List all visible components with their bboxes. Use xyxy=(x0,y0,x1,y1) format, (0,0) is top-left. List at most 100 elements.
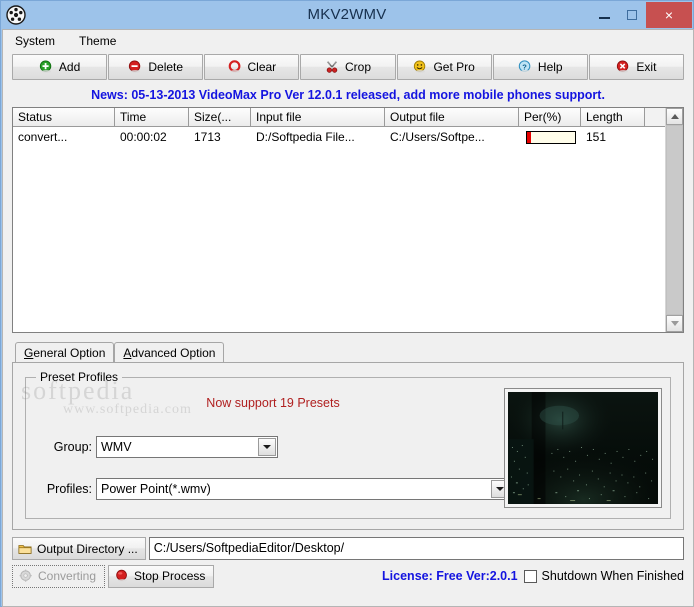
table-row[interactable]: convert... 00:00:02 1713 D:/Softpedia Fi… xyxy=(13,127,665,147)
converting-button-label: Converting xyxy=(38,569,96,583)
tab-general-option-rest: eneral Option xyxy=(33,346,105,360)
column-header-input-file[interactable]: Input file xyxy=(251,108,385,126)
cell-output-file: C:/Users/Softpe... xyxy=(385,130,519,144)
converting-button[interactable]: Converting xyxy=(12,565,105,588)
clear-button[interactable]: Clear xyxy=(204,54,299,80)
menu-item-system[interactable]: System xyxy=(11,32,65,50)
menu-item-theme[interactable]: Theme xyxy=(75,32,126,50)
green-plus-icon xyxy=(39,60,53,74)
news-banner: News: 05-13-2013 VideoMax Pro Ver 12.0.1… xyxy=(3,84,693,107)
cell-size: 1713 xyxy=(189,130,251,144)
red-circle-outline-icon xyxy=(228,60,242,74)
group-combobox-value: WMV xyxy=(97,440,258,454)
crop-button[interactable]: Crop xyxy=(300,54,395,80)
general-option-panel: Preset Profiles Now support 19 Presets G… xyxy=(12,362,684,530)
application-window: MKV2WMV × System Theme xyxy=(0,0,694,607)
group-label: Group: xyxy=(34,440,92,454)
scroll-up-button[interactable] xyxy=(666,108,683,125)
tab-advanced-option-rest: dvanced Option xyxy=(131,346,215,360)
stop-process-button-label: Stop Process xyxy=(134,569,205,583)
column-header-time[interactable]: Time xyxy=(115,108,189,126)
shutdown-when-finished-checkbox[interactable] xyxy=(524,570,537,583)
group-field-row: Group: WMV xyxy=(34,436,278,458)
help-button-label: Help xyxy=(538,61,563,73)
file-list-header: Status Time Size(... Input file Output f… xyxy=(13,108,665,127)
exit-button[interactable]: Exit xyxy=(589,54,684,80)
delete-button-label: Delete xyxy=(148,61,183,73)
column-header-length[interactable]: Length xyxy=(581,108,645,126)
scrollbar-track[interactable] xyxy=(666,125,683,315)
cell-length: 151 xyxy=(581,130,645,144)
column-header-status[interactable]: Status xyxy=(13,108,115,126)
exit-button-label: Exit xyxy=(636,61,656,73)
night-cityscape-preview xyxy=(508,392,658,504)
get-pro-button[interactable]: Get Pro xyxy=(397,54,492,80)
output-directory-row: Output Directory ... C:/Users/SoftpediaE… xyxy=(12,537,684,560)
progress-bar xyxy=(526,131,576,144)
output-directory-button[interactable]: Output Directory ... xyxy=(12,537,146,560)
scrollbar-thumb[interactable] xyxy=(666,125,683,315)
preset-profiles-groupbox: Preset Profiles Now support 19 Presets G… xyxy=(25,377,671,519)
menu-bar: System Theme xyxy=(3,30,693,51)
arrow-up-icon xyxy=(671,114,679,119)
minimize-icon xyxy=(599,17,610,19)
cell-input-file: D:/Softpedia File... xyxy=(251,130,385,144)
maximize-button[interactable] xyxy=(618,2,646,28)
file-list-body: Status Time Size(... Input file Output f… xyxy=(13,108,665,332)
progress-bar-fill xyxy=(527,132,531,143)
blue-question-icon: ? xyxy=(518,60,532,74)
group-combobox[interactable]: WMV xyxy=(96,436,278,458)
yellow-smiley-icon xyxy=(413,60,427,74)
help-button[interactable]: ? Help xyxy=(493,54,588,80)
chevron-down-icon xyxy=(496,487,504,491)
stop-process-button[interactable]: Stop Process xyxy=(108,565,214,588)
list-vertical-scrollbar[interactable] xyxy=(665,108,683,332)
column-header-percent[interactable]: Per(%) xyxy=(519,108,581,126)
column-header-size[interactable]: Size(... xyxy=(189,108,251,126)
add-button[interactable]: Add xyxy=(12,54,107,80)
cell-percent xyxy=(519,131,581,144)
red-stop-circle-icon xyxy=(115,569,129,583)
tab-general-option[interactable]: General Option xyxy=(15,342,114,362)
preview-thumbnail xyxy=(504,388,662,508)
svg-text:?: ? xyxy=(522,62,527,71)
group-combobox-arrow[interactable] xyxy=(258,438,276,456)
profiles-combobox[interactable]: Power Point(*.wmv) xyxy=(96,478,511,500)
file-list: Status Time Size(... Input file Output f… xyxy=(12,107,684,333)
action-row: Converting Stop Process License: Free Ve… xyxy=(12,564,684,588)
maximize-icon xyxy=(627,10,637,20)
arrow-down-icon xyxy=(671,321,679,326)
add-button-label: Add xyxy=(59,61,80,73)
shutdown-when-finished-label: Shutdown When Finished xyxy=(542,569,684,583)
gears-icon xyxy=(19,569,33,583)
tab-bar: General Option Advanced Option xyxy=(15,341,693,362)
output-directory-button-label: Output Directory ... xyxy=(37,542,138,556)
cherries-crop-icon xyxy=(325,60,339,74)
folder-icon xyxy=(18,542,32,556)
chevron-down-icon xyxy=(263,445,271,449)
client-area: System Theme Add Delete xyxy=(2,29,694,607)
red-x-icon xyxy=(616,60,630,74)
minimize-button[interactable] xyxy=(590,2,618,28)
title-bar: MKV2WMV × xyxy=(1,1,693,29)
profiles-combobox-value: Power Point(*.wmv) xyxy=(97,482,491,496)
column-header-output-file[interactable]: Output file xyxy=(385,108,519,126)
tab-general-option-label: General Option xyxy=(24,346,105,360)
delete-button[interactable]: Delete xyxy=(108,54,203,80)
scroll-down-button[interactable] xyxy=(666,315,683,332)
red-minus-icon xyxy=(128,60,142,74)
license-status: License: Free Ver:2.0.1 xyxy=(382,569,518,583)
clear-button-label: Clear xyxy=(248,61,277,73)
get-pro-button-label: Get Pro xyxy=(433,61,474,73)
tab-advanced-option[interactable]: Advanced Option xyxy=(114,342,224,362)
tab-advanced-option-label: Advanced Option xyxy=(123,346,215,360)
preset-note: Now support 19 Presets xyxy=(26,396,520,410)
tab-general-accel: G xyxy=(24,346,33,360)
cell-status: convert... xyxy=(13,130,115,144)
toolbar: Add Delete Clear xyxy=(3,51,693,84)
crop-button-label: Crop xyxy=(345,61,371,73)
cell-time: 00:00:02 xyxy=(115,130,189,144)
output-directory-path[interactable]: C:/Users/SoftpediaEditor/Desktop/ xyxy=(149,537,684,560)
preset-profiles-legend: Preset Profiles xyxy=(36,370,122,384)
profiles-label: Profiles: xyxy=(34,482,92,496)
